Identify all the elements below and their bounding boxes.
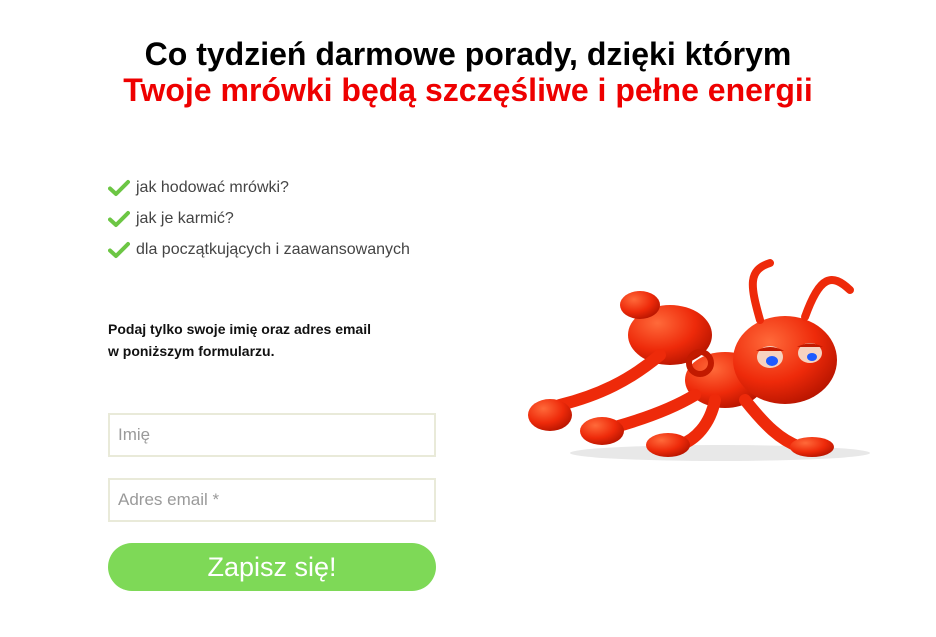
form-instructions: Podaj tylko swoje imię oraz adres email … (108, 318, 468, 362)
red-ant-illustration (528, 259, 870, 461)
benefit-text: dla początkujących i zaawansowanych (136, 240, 410, 258)
name-input[interactable] (108, 413, 436, 457)
benefit-item: jak hodować mrówki? (108, 172, 410, 203)
headline-line-1: Co tydzień darmowe porady, dzięki którym (144, 36, 792, 72)
benefit-item: dla początkujących i zaawansowanych (108, 234, 410, 265)
benefit-item: jak je karmić? (108, 203, 410, 234)
instructions-line-1: Podaj tylko swoje imię oraz adres email (108, 321, 371, 337)
benefits-list: jak hodować mrówki? jak je karmić? dla p… (108, 172, 410, 265)
check-icon (108, 179, 130, 196)
check-icon (108, 241, 130, 258)
instructions-line-2: w poniższym formularzu. (108, 343, 275, 359)
benefit-text: jak je karmić? (136, 209, 234, 227)
benefit-text: jak hodować mrówki? (136, 178, 289, 196)
headline: Co tydzień darmowe porady, dzięki którym… (0, 36, 936, 108)
email-input[interactable] (108, 478, 436, 522)
check-icon (108, 210, 130, 227)
headline-line-2: Twoje mrówki będą szczęśliwe i pełne ene… (123, 72, 813, 108)
submit-button[interactable]: Zapisz się! (108, 543, 436, 591)
